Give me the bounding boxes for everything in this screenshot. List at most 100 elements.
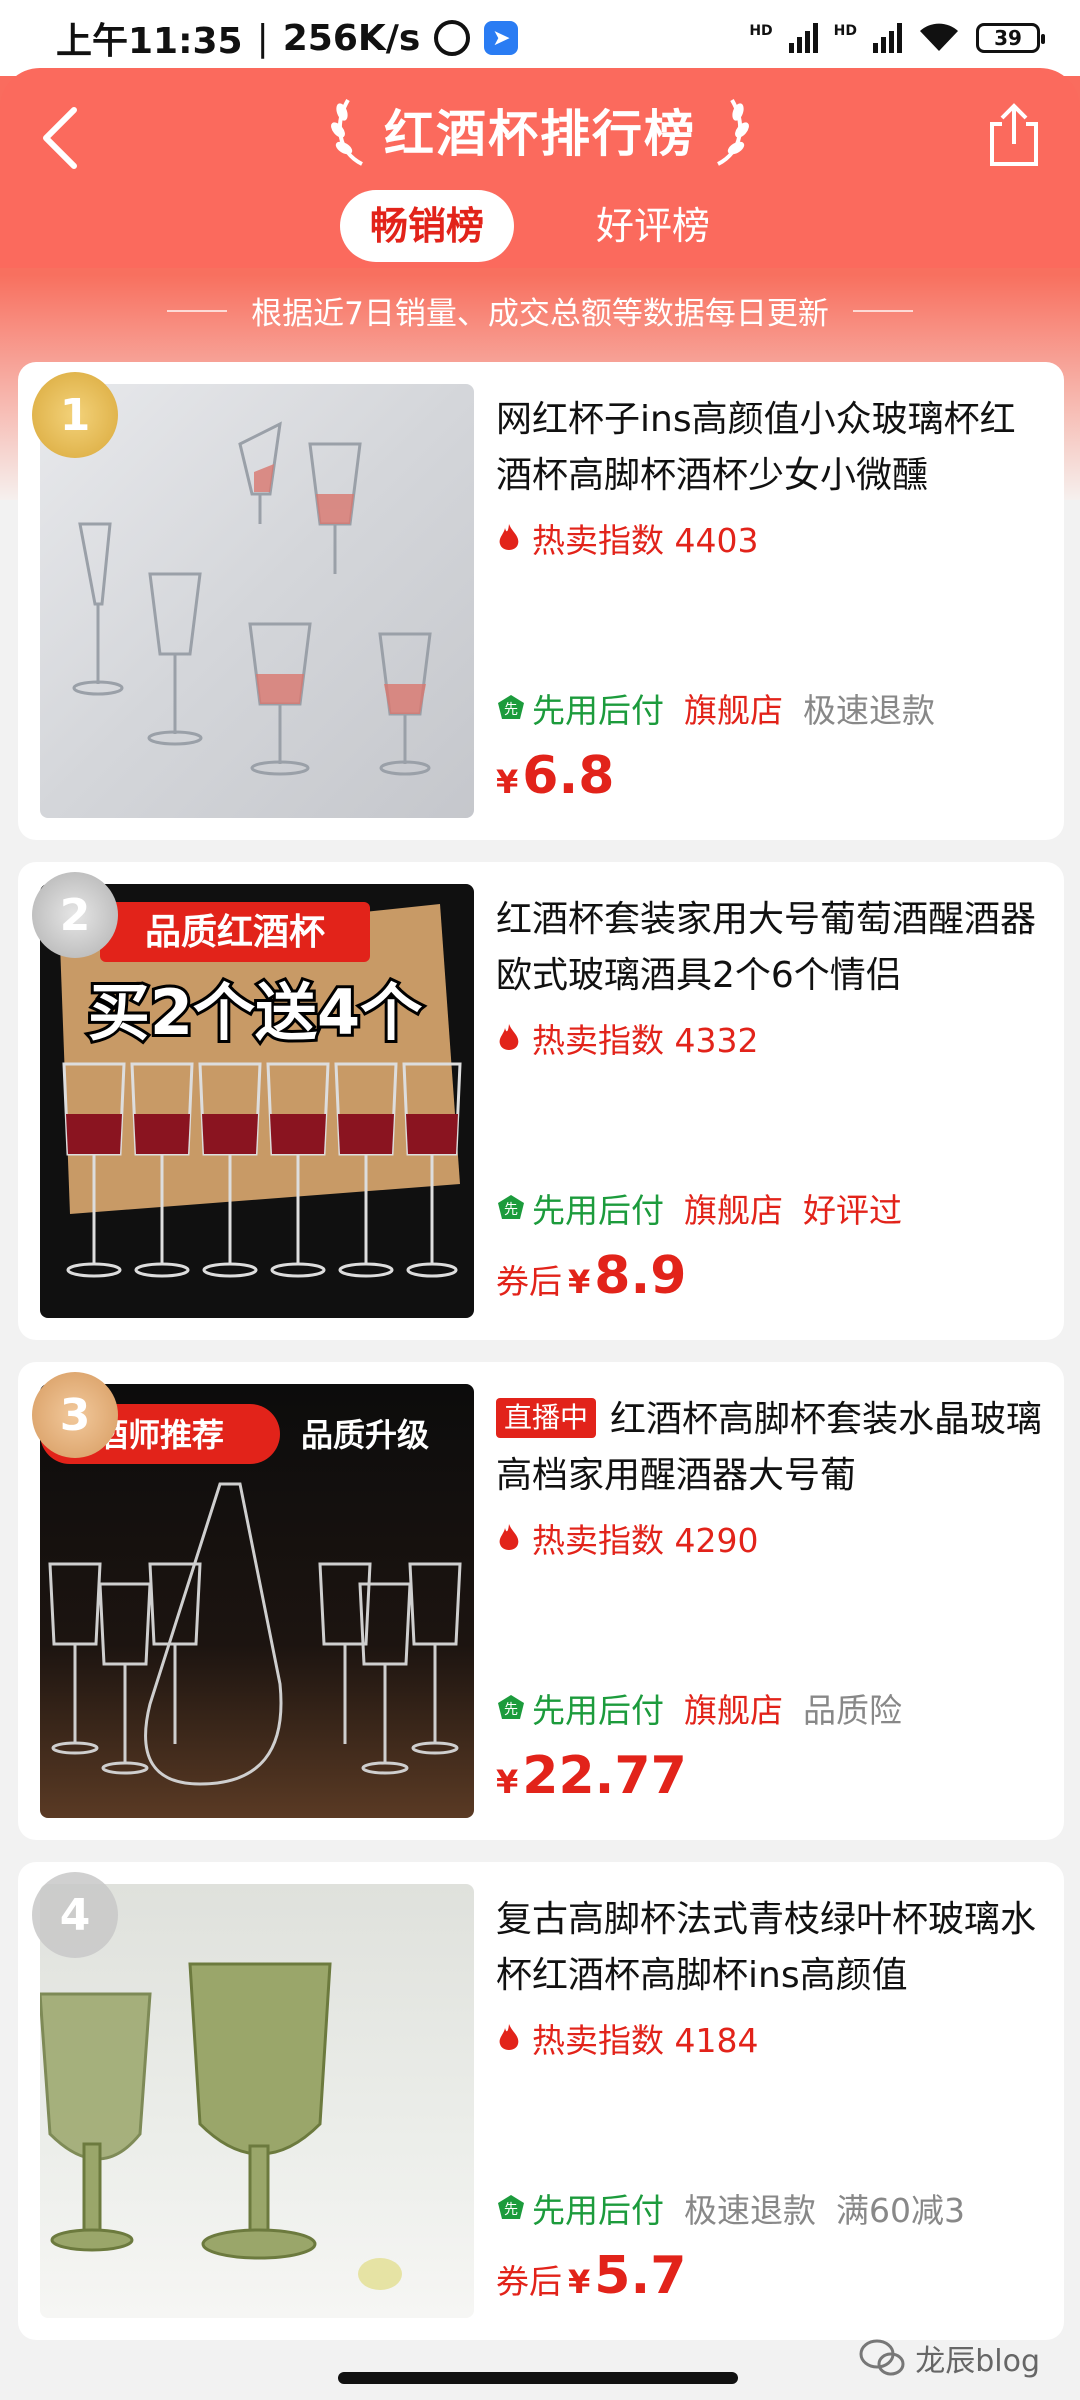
wine-glasses-box-photo: 品质红酒杯 买2个送4个 (60, 902, 462, 1278)
signal-icon-2 (873, 23, 902, 53)
pay-later-badge: 先 先用后付 (496, 1184, 664, 1232)
divider-left (167, 309, 228, 312)
product-image[interactable] (40, 1884, 474, 2318)
flame-icon (499, 2024, 519, 2050)
product-title[interactable]: 红酒杯套装家用大号葡萄酒醒酒器欧式玻璃酒具2个6个情侣 (496, 892, 1046, 1004)
flame-icon (499, 524, 519, 550)
update-note-text: 根据近7日销量、成交总额等数据每日更新 (251, 296, 829, 332)
page-title: 红酒杯排行榜 (384, 105, 696, 163)
pay-later-icon: 先 (498, 695, 524, 719)
svg-text:先: 先 (504, 701, 518, 717)
watermark: 龙辰blog (859, 2336, 1040, 2380)
product-card[interactable]: 酒师推荐 品质升级 3 直播中 红酒杯高脚杯套装水晶玻璃高档家用醒酒器大号葡 热卖… (18, 1362, 1064, 1840)
live-streaming-badge: 直播中 (496, 1398, 597, 1438)
flagship-store-tag: 旗舰店 (684, 1691, 783, 1730)
flagship-store-tag: 旗舰店 (684, 1191, 783, 1230)
hd-label: HD (749, 23, 773, 39)
tab-bestseller[interactable]: 畅销榜 (339, 190, 514, 262)
pay-later-label: 先用后付 (532, 1191, 664, 1230)
fast-refund-tag: 极速退款 (684, 2191, 816, 2230)
pay-later-label: 先用后付 (532, 2191, 664, 2230)
pay-later-label: 先用后付 (532, 1691, 664, 1730)
status-time: 上午11:35 (56, 21, 243, 62)
product-perks: 先 先用后付 旗舰店 好评过 (496, 1184, 902, 1232)
quality-insurance-tag: 品质险 (803, 1691, 902, 1730)
product-image[interactable]: 品质红酒杯 买2个送4个 (40, 884, 474, 1318)
product-perks: 先 先用后付 极速退款 满60减3 (496, 2184, 965, 2232)
fast-refund-tag: 极速退款 (803, 691, 935, 730)
svg-text:先: 先 (504, 2201, 518, 2217)
after-coupon-label: 券后 (496, 2262, 562, 2301)
product-title[interactable]: 网红杯子ins高颜值小众玻璃杯红酒杯高脚杯酒杯少女小微醺 (496, 392, 1046, 504)
home-indicator[interactable] (338, 2372, 738, 2384)
alarm-icon (434, 20, 471, 56)
currency-symbol: ¥ (568, 1263, 591, 1301)
pay-later-badge: 先 先用后付 (496, 1684, 664, 1732)
hot-index-label: 热卖指数 4290 (532, 1521, 759, 1560)
watermark-text: 龙辰blog (915, 2344, 1040, 2379)
share-icon[interactable] (984, 100, 1044, 170)
pay-later-icon: 先 (498, 1695, 524, 1719)
price: ¥ 22.77 (496, 1746, 687, 1806)
hot-index-label: 热卖指数 4403 (532, 521, 759, 560)
rank-badge: 2 (32, 872, 118, 958)
laurel-right-icon (717, 98, 749, 166)
well-rated-tag: 好评过 (803, 1191, 902, 1230)
flagship-store-tag: 旗舰店 (684, 691, 783, 730)
battery-icon: 39 (976, 23, 1045, 53)
product-title[interactable]: 复古高脚杯法式青枝绿叶杯玻璃水杯红酒杯高脚杯ins高颜值 (496, 1892, 1046, 2004)
rank-badge: 1 (32, 372, 118, 458)
image-banner-text: 品质红酒杯 (145, 912, 325, 953)
product-title[interactable]: 直播中 红酒杯高脚杯套装水晶玻璃高档家用醒酒器大号葡 (496, 1392, 1046, 1504)
price: 券后 ¥ 5.7 (496, 2246, 686, 2306)
decanter-set-photo: 酒师推荐 品质升级 (40, 1404, 462, 1786)
pay-later-icon: 先 (498, 1195, 524, 1219)
discount-tag: 满60减3 (836, 2191, 965, 2230)
flame-icon (499, 1524, 519, 1550)
divider-right (852, 309, 913, 312)
currency-symbol: ¥ (568, 2263, 591, 2301)
pay-later-icon: 先 (498, 2195, 524, 2219)
product-image[interactable] (40, 384, 474, 818)
image-upgrade-text: 品质升级 (301, 1416, 429, 1454)
product-perks: 先 先用后付 旗舰店 极速退款 (496, 684, 935, 732)
hot-index-label: 热卖指数 4332 (532, 1021, 759, 1060)
ranking-tabs: 畅销榜 好评榜 (0, 190, 1080, 262)
image-promo-text: 买2个送4个 (88, 976, 422, 1049)
pay-later-badge: 先 先用后付 (496, 684, 664, 732)
hot-index-label: 热卖指数 4184 (532, 2021, 759, 2060)
flame-icon (499, 1024, 519, 1050)
battery-level: 39 (994, 26, 1022, 50)
product-card[interactable]: 4 复古高脚杯法式青枝绿叶杯玻璃水杯红酒杯高脚杯ins高颜值 热卖指数 4184… (18, 1862, 1064, 2340)
product-card[interactable]: 1 网红杯子ins高颜值小众玻璃杯红酒杯高脚杯酒杯少女小微醺 热卖指数 4403… (18, 362, 1064, 840)
price-value: 6.8 (522, 746, 615, 806)
hot-index: 热卖指数 4403 (496, 514, 1046, 562)
laurel-left-icon (331, 98, 363, 166)
tab-top-rated[interactable]: 好评榜 (566, 190, 740, 262)
wechat-icon (859, 2339, 905, 2376)
status-bar: 上午11:35 | 256K/s ➤ HD HD 39 (0, 0, 1080, 76)
svg-text:先: 先 (504, 1701, 518, 1717)
hot-index: 热卖指数 4290 (496, 1514, 1046, 1562)
wine-glasses-photo (72, 421, 432, 776)
currency-symbol: ¥ (496, 763, 519, 801)
product-perks: 先 先用后付 旗舰店 品质险 (496, 1684, 902, 1732)
hot-index: 热卖指数 4184 (496, 2014, 1046, 2062)
rank-badge: 4 (32, 1872, 118, 1958)
network-speed: 256K/s (282, 17, 421, 59)
currency-symbol: ¥ (496, 1763, 519, 1801)
product-image[interactable]: 酒师推荐 品质升级 (40, 1384, 474, 1818)
price: ¥ 6.8 (496, 746, 614, 806)
update-note: 根据近7日销量、成交总额等数据每日更新 (0, 288, 1080, 333)
after-coupon-label: 券后 (496, 1262, 562, 1301)
product-card[interactable]: 品质红酒杯 买2个送4个 2 红酒杯套装家用大号葡萄酒醒酒器欧式玻璃酒具2个6个… (18, 862, 1064, 1340)
svg-text:先: 先 (504, 1201, 518, 1217)
signal-icon (788, 23, 818, 53)
hot-index: 热卖指数 4332 (496, 1014, 1046, 1062)
price: 券后 ¥ 8.9 (496, 1246, 686, 1306)
pay-later-badge: 先 先用后付 (496, 2184, 664, 2232)
hd-label-2: HD (833, 23, 857, 39)
wifi-icon (920, 23, 958, 51)
pay-later-label: 先用后付 (532, 691, 664, 730)
price-value: 22.77 (522, 1746, 687, 1806)
